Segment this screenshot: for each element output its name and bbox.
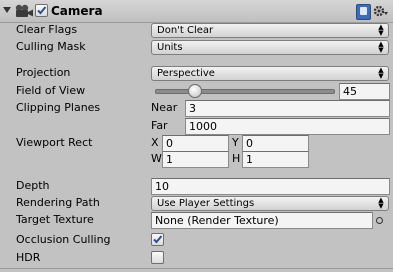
dropdown-arrows-icon: ▲ ▼: [378, 196, 384, 210]
viewport-x-input[interactable]: 0: [162, 135, 229, 152]
component-title: Camera: [51, 4, 103, 18]
field-of-view-slider-thumb[interactable]: [188, 84, 203, 98]
field-of-view-slider-track[interactable]: [155, 89, 335, 94]
foldout-arrow-icon[interactable]: [3, 7, 11, 13]
viewport-w-input[interactable]: 1: [162, 151, 229, 168]
depth-label: Depth: [16, 179, 50, 192]
rendering-path-dropdown[interactable]: Use Player Settings ▲ ▼: [151, 196, 389, 211]
field-of-view-label: Field of View: [16, 84, 86, 97]
clear-flags-dropdown[interactable]: Don't Clear ▲ ▼: [151, 23, 389, 38]
component-header: Camera: [0, 0, 393, 23]
near-input[interactable]: 3: [185, 100, 390, 117]
culling-mask-label: Culling Mask: [16, 40, 86, 53]
help-book-icon[interactable]: [356, 4, 371, 20]
hdr-label: HDR: [16, 251, 41, 264]
field-of-view-input[interactable]: 45: [339, 83, 390, 100]
rendering-path-label: Rendering Path: [16, 196, 100, 209]
rendering-path-value: Use Player Settings: [157, 198, 255, 209]
w-label: W: [151, 152, 162, 165]
target-texture-label: Target Texture: [16, 213, 94, 226]
divider: [0, 268, 393, 269]
object-picker-icon[interactable]: [376, 217, 383, 224]
clear-flags-label: Clear Flags: [16, 23, 78, 36]
occlusion-culling-checkbox[interactable]: [151, 233, 164, 246]
occlusion-culling-label: Occlusion Culling: [16, 233, 111, 246]
h-label: H: [232, 152, 241, 165]
far-input[interactable]: 1000: [185, 118, 390, 135]
viewport-h-input[interactable]: 1: [242, 151, 309, 168]
far-label: Far: [151, 119, 168, 132]
culling-mask-dropdown[interactable]: Units ▲ ▼: [151, 40, 389, 55]
dropdown-arrows-icon: ▲ ▼: [378, 40, 384, 54]
hdr-checkbox[interactable]: [151, 251, 164, 264]
projection-value: Perspective: [157, 68, 215, 79]
viewport-rect-label: Viewport Rect: [16, 136, 93, 149]
x-label: X: [151, 136, 159, 149]
viewport-y-input[interactable]: 0: [242, 135, 309, 152]
culling-mask-value: Units: [157, 42, 183, 53]
y-label: Y: [232, 136, 239, 149]
near-label: Near: [151, 101, 178, 114]
gear-icon[interactable]: [373, 4, 389, 18]
camera-icon: [14, 4, 34, 18]
dropdown-arrows-icon: ▲ ▼: [378, 23, 384, 37]
projection-dropdown[interactable]: Perspective ▲ ▼: [151, 66, 389, 81]
projection-label: Projection: [16, 66, 71, 79]
clear-flags-value: Don't Clear: [157, 25, 214, 36]
dropdown-arrows-icon: ▲ ▼: [378, 66, 384, 80]
depth-input[interactable]: 10: [151, 178, 390, 195]
target-texture-field[interactable]: None (Render Texture): [151, 212, 373, 229]
clipping-planes-label: Clipping Planes: [16, 101, 101, 114]
component-enabled-checkbox[interactable]: [35, 4, 48, 17]
